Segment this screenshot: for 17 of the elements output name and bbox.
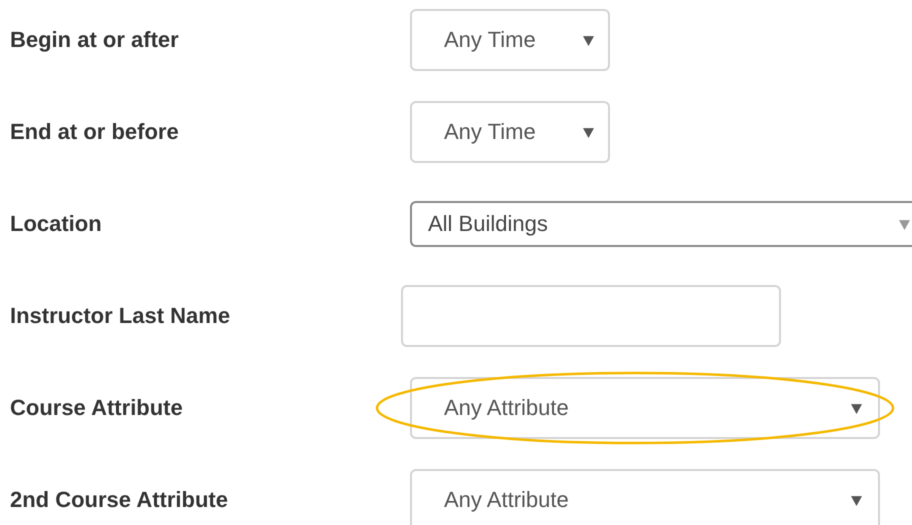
dropdown[interactable]: Any Attribute [410,469,880,525]
caret-icon [899,218,910,230]
dropdown[interactable]: Any Time [410,9,610,71]
input-field[interactable] [401,285,781,347]
field-label: Instructor Last Name [9,303,232,329]
field-label: Location [9,211,103,237]
dropdown[interactable]: All Buildings [410,201,912,247]
caret-icon [851,494,862,506]
dropdown[interactable]: Any Attribute [410,377,880,439]
caret-icon [851,402,862,414]
caret-icon [583,34,594,46]
caret-icon [583,126,594,138]
field-label: Course Attribute [9,395,184,421]
field-label: End at or before [9,119,180,145]
dropdown[interactable]: Any Time [410,101,610,163]
field-label: Begin at or after [9,27,180,53]
field-label: 2nd Course Attribute [9,487,229,513]
